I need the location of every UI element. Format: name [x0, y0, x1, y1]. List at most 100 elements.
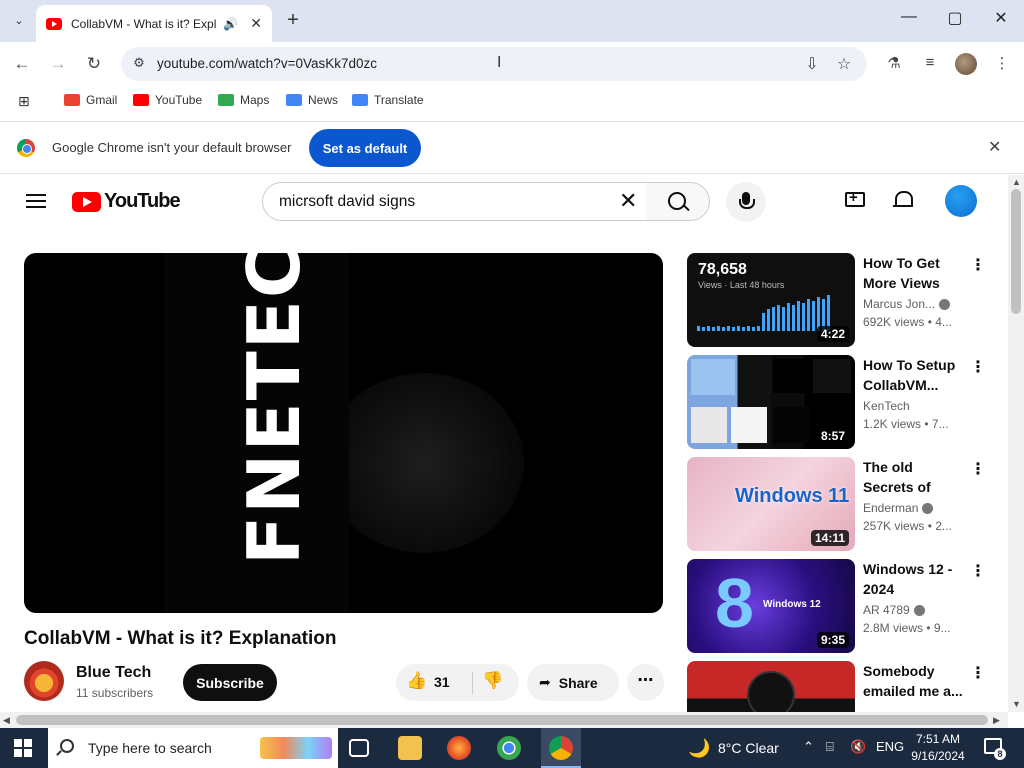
profile-avatar[interactable]	[955, 53, 977, 75]
site-info-icon[interactable]: ⚙	[129, 55, 149, 73]
rec-more-icon[interactable]: ⋮	[970, 663, 986, 683]
thumbs-down-icon[interactable]: 👎	[482, 671, 503, 691]
recommendation-item[interactable]: 8 Windows 12 9:35 Windows 12 - 2024 AR 4…	[687, 559, 987, 653]
translate-icon	[352, 94, 368, 106]
tray-chevron-up-icon[interactable]: ⌃	[803, 739, 814, 755]
rec-title[interactable]: Windows 12 - 2024	[863, 559, 965, 599]
recommendation-item[interactable]: 78,658 Views · Last 48 hours 4:22 How To…	[687, 253, 987, 347]
rec-channel[interactable]: KenTech	[863, 399, 910, 413]
install-app-icon[interactable]: ⇩	[802, 54, 822, 74]
bookmark-gmail[interactable]: Gmail	[64, 93, 117, 107]
language-indicator[interactable]: ENG	[876, 739, 904, 754]
apps-grid-icon[interactable]: ⊞	[18, 93, 30, 110]
tab-search-button[interactable]: ⌄	[6, 7, 32, 33]
search-input[interactable]: micrsoft david signs ✕	[262, 182, 647, 221]
maximize-button[interactable]: ▢	[940, 8, 970, 28]
minimize-button[interactable]: —	[894, 8, 924, 26]
taskbar-search-box[interactable]: Type here to search	[48, 728, 338, 768]
like-count[interactable]: 31	[434, 674, 450, 690]
address-url[interactable]: youtube.com/watch?v=0VasKk7d0zc	[157, 56, 377, 71]
subscribe-button[interactable]: Subscribe	[183, 664, 277, 701]
back-button[interactable]: ←	[9, 52, 35, 76]
scroll-down-arrow-icon[interactable]: ▼	[1012, 699, 1021, 709]
bookmark-news[interactable]: News	[286, 93, 338, 107]
system-clock[interactable]: 7:51 AM 9/16/2024	[905, 731, 971, 765]
bookmark-star-icon[interactable]: ☆	[834, 54, 854, 74]
default-browser-infobar: Google Chrome isn't your default browser…	[0, 121, 1024, 174]
horizontal-scrollbar[interactable]: ◀ ▶	[0, 712, 1008, 728]
video-thumbnail[interactable]	[687, 661, 855, 712]
voice-search-icon[interactable]	[726, 182, 766, 222]
video-thumbnail[interactable]: 8 Windows 12 9:35	[687, 559, 855, 653]
browser-tab-active[interactable]: CollabVM - What is it? Expla 🔊 ✕	[36, 5, 272, 42]
file-explorer-icon[interactable]	[398, 736, 422, 760]
recommendation-item[interactable]: 8:57 How To Setup CollabVM... KenTech 1.…	[687, 355, 987, 449]
rec-channel[interactable]: Marcus Jon...	[863, 297, 951, 311]
video-thumbnail[interactable]: 8:57	[687, 355, 855, 449]
infobar-message: Google Chrome isn't your default browser	[52, 140, 292, 155]
chrome-menu-icon[interactable]: ⋮	[991, 54, 1013, 72]
create-video-icon[interactable]	[845, 189, 865, 207]
scroll-right-arrow-icon[interactable]: ▶	[993, 715, 1000, 726]
rec-title[interactable]: How To Get More Views in...	[863, 253, 965, 293]
rec-more-icon[interactable]: ⋮	[970, 357, 986, 377]
chromium-icon[interactable]	[497, 736, 521, 760]
rec-more-icon[interactable]: ⋮	[970, 561, 986, 581]
rec-more-icon[interactable]: ⋮	[970, 255, 986, 275]
forward-button[interactable]: →	[45, 52, 71, 76]
set-as-default-button[interactable]: Set as default	[309, 129, 421, 167]
rec-channel[interactable]: AR 4789	[863, 603, 925, 617]
bookmark-translate[interactable]: Translate	[352, 93, 424, 107]
labs-flask-icon[interactable]: ⚗	[883, 54, 905, 72]
more-actions-button[interactable]: ⋯	[627, 664, 664, 701]
youtube-logo[interactable]: YouTube	[72, 190, 181, 213]
address-bar[interactable]: ⚙ youtube.com/watch?v=0VasKk7d0zc I ⇩ ☆	[121, 47, 867, 81]
vertical-scroll-thumb[interactable]	[1011, 189, 1021, 314]
chrome-taskbar-active[interactable]	[541, 728, 581, 768]
video-thumbnail[interactable]: 78,658 Views · Last 48 hours 4:22	[687, 253, 855, 347]
weather-text[interactable]: 8°C Clear	[718, 740, 779, 756]
moon-weather-icon[interactable]: 🌙	[688, 738, 710, 759]
rec-title[interactable]: Somebody emailed me a...	[863, 661, 965, 701]
hamburger-menu-icon[interactable]	[26, 194, 46, 208]
vertical-scrollbar[interactable]: ▲ ▼	[1008, 175, 1024, 712]
network-icon[interactable]: ⌸	[826, 739, 834, 755]
taskbar-search-placeholder[interactable]: Type here to search	[88, 740, 212, 756]
bookmark-youtube[interactable]: YouTube	[133, 93, 202, 107]
like-divider	[472, 672, 473, 694]
video-player[interactable]: FNETECH	[24, 253, 663, 613]
task-view-icon[interactable]	[349, 739, 369, 757]
windows-start-icon[interactable]	[14, 739, 32, 757]
rec-channel[interactable]: Enderman	[863, 501, 934, 515]
notifications-bell-icon[interactable]	[893, 189, 913, 208]
video-thumbnail[interactable]: Windows 11 14:11	[687, 457, 855, 551]
share-button[interactable]: ➦ Share	[527, 664, 619, 701]
channel-avatar[interactable]	[24, 661, 64, 701]
thumbs-up-icon[interactable]: 👍	[406, 671, 427, 691]
tab-close-icon[interactable]: ✕	[250, 15, 262, 32]
reload-button[interactable]: ↻	[81, 52, 107, 76]
channel-name[interactable]: Blue Tech	[76, 664, 151, 682]
account-avatar[interactable]	[945, 185, 977, 217]
new-tab-button[interactable]: +	[282, 9, 304, 32]
search-query[interactable]: micrsoft david signs	[279, 193, 415, 211]
clear-search-icon[interactable]: ✕	[619, 188, 637, 214]
firefox-icon[interactable]	[447, 736, 471, 760]
search-button[interactable]	[646, 182, 710, 221]
youtube-icon	[133, 94, 149, 106]
horizontal-scroll-thumb[interactable]	[16, 715, 988, 725]
scroll-left-arrow-icon[interactable]: ◀	[3, 715, 10, 726]
window-close-button[interactable]: ✕	[986, 8, 1016, 28]
rec-title[interactable]: How To Setup CollabVM...	[863, 355, 965, 395]
infobar-close-icon[interactable]: ✕	[988, 137, 1001, 157]
recommendation-item[interactable]: Windows 11 14:11 The old Secrets of Wind…	[687, 457, 987, 551]
rec-more-icon[interactable]: ⋮	[970, 459, 986, 479]
recommendation-item[interactable]: Somebody emailed me a... ⋮	[687, 661, 987, 712]
media-control-icon[interactable]: ≡	[919, 54, 941, 71]
speaker-icon[interactable]: 🔊	[223, 17, 238, 31]
volume-muted-icon[interactable]: 🔇	[850, 739, 866, 755]
scroll-up-arrow-icon[interactable]: ▲	[1012, 177, 1021, 187]
verified-icon	[939, 299, 951, 311]
bookmark-maps[interactable]: Maps	[218, 93, 269, 107]
rec-title[interactable]: The old Secrets of Windows 11	[863, 457, 965, 497]
